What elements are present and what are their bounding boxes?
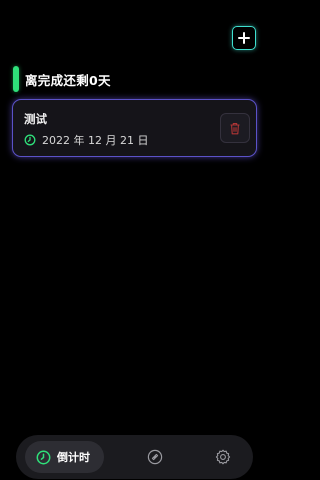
plus-icon	[238, 32, 250, 44]
nav-countdown-tab[interactable]: 倒计时	[25, 441, 104, 473]
clock-icon	[36, 450, 51, 464]
link-icon	[147, 449, 163, 465]
section-heading: 离完成还剩0天	[13, 66, 111, 92]
countdown-date: 2022 年 12 月 21 日	[42, 134, 149, 147]
nav-link-tab[interactable]	[145, 447, 165, 467]
bottom-navigation: 倒计时	[16, 435, 253, 479]
nav-countdown-label: 倒计时	[57, 451, 90, 464]
section-title: 离完成还剩0天	[25, 72, 111, 88]
gear-icon	[215, 449, 231, 465]
clock-icon	[24, 134, 36, 146]
heading-accent-bar	[13, 66, 19, 92]
nav-settings-tab[interactable]	[213, 447, 233, 467]
trash-icon	[230, 122, 240, 134]
countdown-card[interactable]: 测试 2022 年 12 月 21 日	[12, 99, 257, 157]
app-screen: 离完成还剩0天 测试 2022 年 12 月 21 日 倒计时	[0, 0, 269, 480]
delete-button[interactable]	[220, 113, 250, 143]
add-countdown-button[interactable]	[232, 26, 256, 50]
countdown-title: 测试	[24, 112, 47, 126]
countdown-date-row: 2022 年 12 月 21 日	[24, 132, 148, 148]
